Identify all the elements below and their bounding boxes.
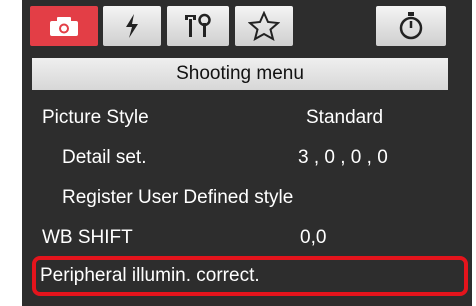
register-style-label: Register User Defined style [62,187,294,208]
wb-shift-label: WB SHIFT [42,227,133,248]
detail-set-label: Detail set. [62,147,147,168]
peripheral-illumination-label: Peripheral illumin. correct. [40,265,260,286]
tab-timer[interactable] [376,6,446,46]
star-icon [248,11,280,41]
tab-my-menu[interactable] [235,6,293,46]
menu-title-text: Shooting menu [176,63,304,84]
tab-shooting[interactable] [30,6,98,46]
timer-icon [397,11,425,41]
detail-set-value: 3 , 0 , 0 , 0 [298,147,388,168]
picture-style-value: Standard [306,107,384,128]
menu-item-register-user-defined-style[interactable]: Register User Defined style [22,180,472,216]
flash-icon [121,12,143,40]
tab-flash[interactable] [103,6,161,46]
menu-item-picture-style[interactable]: Picture Style Standard [22,100,472,136]
camera-icon [47,14,81,38]
wb-shift-value: 0,0 [300,227,327,248]
menu-title: Shooting menu [32,58,448,90]
menu-item-peripheral-illumination-correction[interactable]: Peripheral illumin. correct. [22,258,472,294]
tools-icon [181,12,215,40]
menu-item-detail-set[interactable]: Detail set. 3 , 0 , 0 , 0 [22,140,472,176]
camera-menu-screen: Shooting menu Picture Style Standard Det… [0,0,476,306]
tab-setup[interactable] [167,6,229,46]
menu-item-wb-shift[interactable]: WB SHIFT 0,0 [22,220,472,256]
picture-style-label: Picture Style [42,107,149,128]
